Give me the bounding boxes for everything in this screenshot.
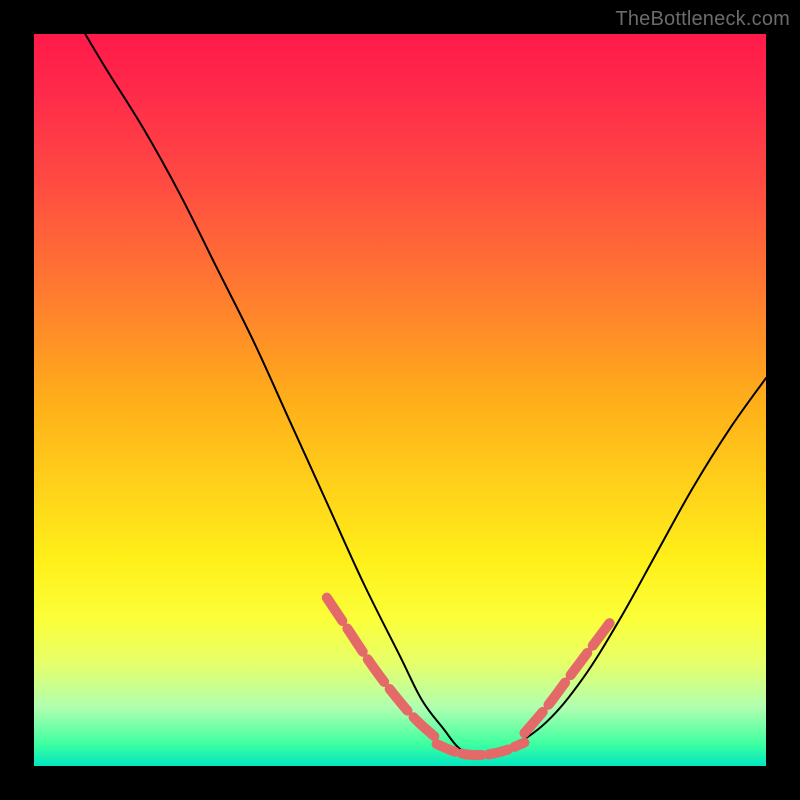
series-highlight-right-segment <box>524 620 612 733</box>
series-highlight-bottom-segment <box>437 743 525 756</box>
plot-area <box>34 34 766 766</box>
series-bottleneck-curve <box>85 34 766 756</box>
chart-svg <box>34 34 766 766</box>
watermark-text: TheBottleneck.com <box>615 8 790 31</box>
chart-frame: TheBottleneck.com <box>0 0 800 800</box>
